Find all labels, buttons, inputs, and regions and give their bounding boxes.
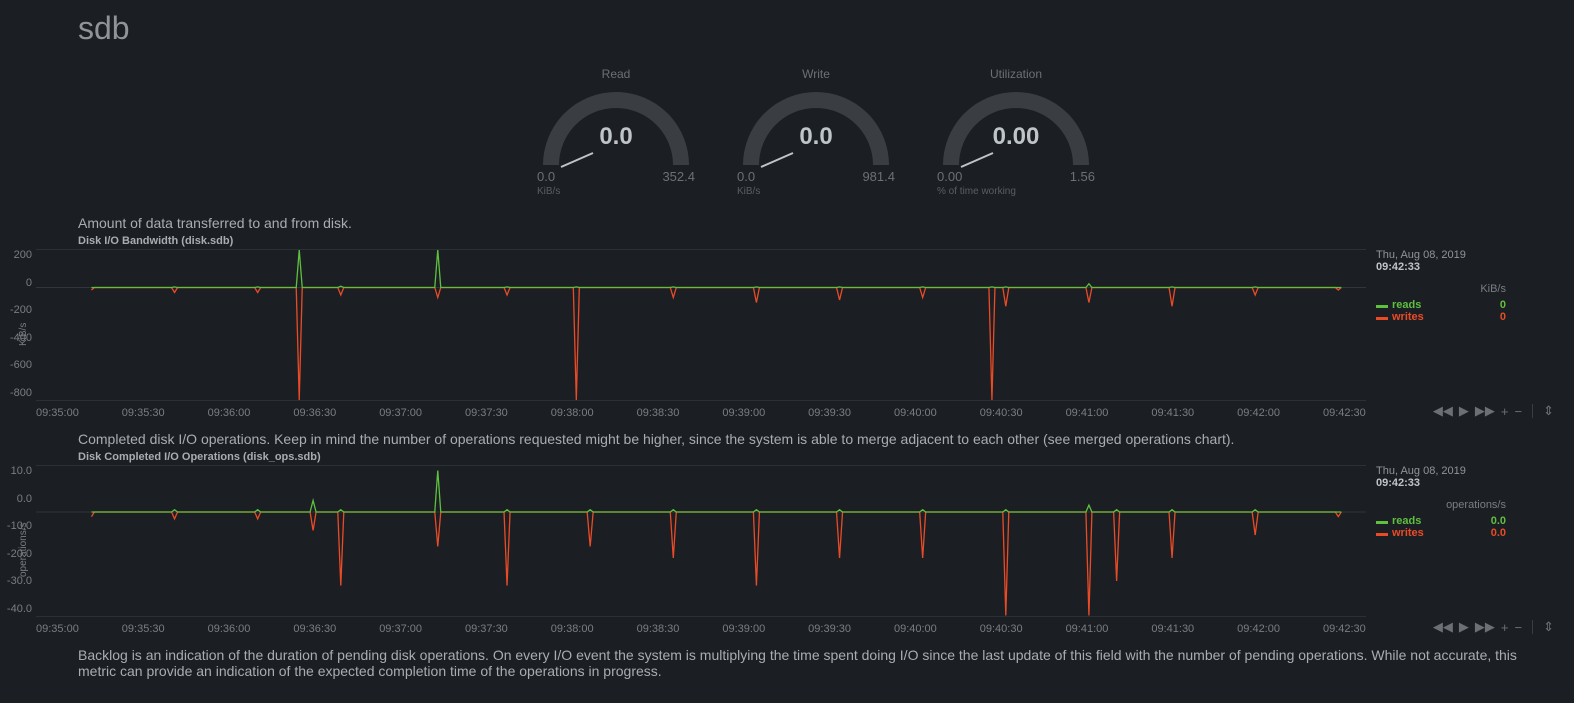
legend-writes[interactable]: writes0.0 <box>1376 527 1506 539</box>
ops-legend[interactable]: Thu, Aug 08, 2019 09:42:33 operations/s … <box>1366 465 1506 635</box>
ops-legend-unit: operations/s <box>1376 499 1506 511</box>
ops-ts-date: Thu, Aug 08, 2019 <box>1376 465 1506 477</box>
play-icon[interactable]: ▶ <box>1459 619 1469 635</box>
separator <box>1532 620 1533 634</box>
ops-xaxis: 09:35:0009:35:3009:36:0009:36:3009:37:00… <box>36 617 1366 635</box>
ops-chart[interactable]: Disk Completed I/O Operations (disk_ops.… <box>78 451 1554 635</box>
bandwidth-chart-title: Disk I/O Bandwidth (disk.sdb) <box>78 235 1554 247</box>
zoom-in-icon[interactable]: + <box>1501 620 1509 635</box>
separator <box>1532 404 1533 418</box>
bandwidth-yaxis: 2000-200-400-600-800 <box>0 249 32 399</box>
legend-reads[interactable]: reads0 <box>1376 299 1506 311</box>
gauge-write[interactable]: Write 0.0 0.0981.4 KiB/s <box>731 67 901 197</box>
zoom-out-icon[interactable]: − <box>1515 404 1523 419</box>
bandwidth-controls: ◀◀ ▶ ▶▶ + − ⇕ <box>1433 403 1554 419</box>
bandwidth-plot[interactable] <box>36 249 1366 401</box>
legend-writes[interactable]: writes0 <box>1376 311 1506 323</box>
resize-icon[interactable]: ⇕ <box>1543 619 1554 635</box>
rewind-icon[interactable]: ◀◀ <box>1433 403 1453 419</box>
gauge-util-label: Utilization <box>931 67 1101 81</box>
rewind-icon[interactable]: ◀◀ <box>1433 619 1453 635</box>
forward-icon[interactable]: ▶▶ <box>1475 403 1495 419</box>
ops-yaxis: 10.00.0-10.0-20.0-30.0-40.0 <box>0 465 32 615</box>
gauge-read[interactable]: Read 0.0 0.0352.4 KiB/s <box>531 67 701 197</box>
ops-controls: ◀◀ ▶ ▶▶ + − ⇕ <box>1433 619 1554 635</box>
ops-ts-time: 09:42:33 <box>1376 477 1506 489</box>
legend-reads[interactable]: reads0.0 <box>1376 515 1506 527</box>
ops-description: Completed disk I/O operations. Keep in m… <box>78 431 1554 447</box>
zoom-in-icon[interactable]: + <box>1501 404 1509 419</box>
bandwidth-legend[interactable]: Thu, Aug 08, 2019 09:42:33 KiB/s reads0 … <box>1366 249 1506 419</box>
gauge-row: Read 0.0 0.0352.4 KiB/s Write 0.0 0.0981… <box>78 67 1554 197</box>
bandwidth-ts-date: Thu, Aug 08, 2019 <box>1376 249 1506 261</box>
gauge-write-label: Write <box>731 67 901 81</box>
page-title: sdb <box>78 10 1554 47</box>
bandwidth-xaxis: 09:35:0009:35:3009:36:0009:36:3009:37:00… <box>36 401 1366 419</box>
forward-icon[interactable]: ▶▶ <box>1475 619 1495 635</box>
ops-chart-title: Disk Completed I/O Operations (disk_ops.… <box>78 451 1554 463</box>
gauge-read-value: 0.0 <box>531 123 701 151</box>
ops-plot[interactable] <box>36 465 1366 617</box>
gauge-write-unit: KiB/s <box>731 186 901 197</box>
play-icon[interactable]: ▶ <box>1459 403 1469 419</box>
bandwidth-legend-unit: KiB/s <box>1376 283 1506 295</box>
zoom-out-icon[interactable]: − <box>1515 620 1523 635</box>
gauge-read-label: Read <box>531 67 701 81</box>
gauge-write-value: 0.0 <box>731 123 901 151</box>
bandwidth-ts-time: 09:42:33 <box>1376 261 1506 273</box>
bandwidth-description: Amount of data transferred to and from d… <box>78 215 1554 231</box>
gauge-util[interactable]: Utilization 0.00 0.001.56 % of time work… <box>931 67 1101 197</box>
resize-icon[interactable]: ⇕ <box>1543 403 1554 419</box>
backlog-description: Backlog is an indication of the duration… <box>78 647 1554 679</box>
gauge-util-unit: % of time working <box>931 186 1101 197</box>
gauge-read-unit: KiB/s <box>531 186 701 197</box>
gauge-util-value: 0.00 <box>931 123 1101 151</box>
bandwidth-chart[interactable]: Disk I/O Bandwidth (disk.sdb) KiB/s 2000… <box>78 235 1554 419</box>
